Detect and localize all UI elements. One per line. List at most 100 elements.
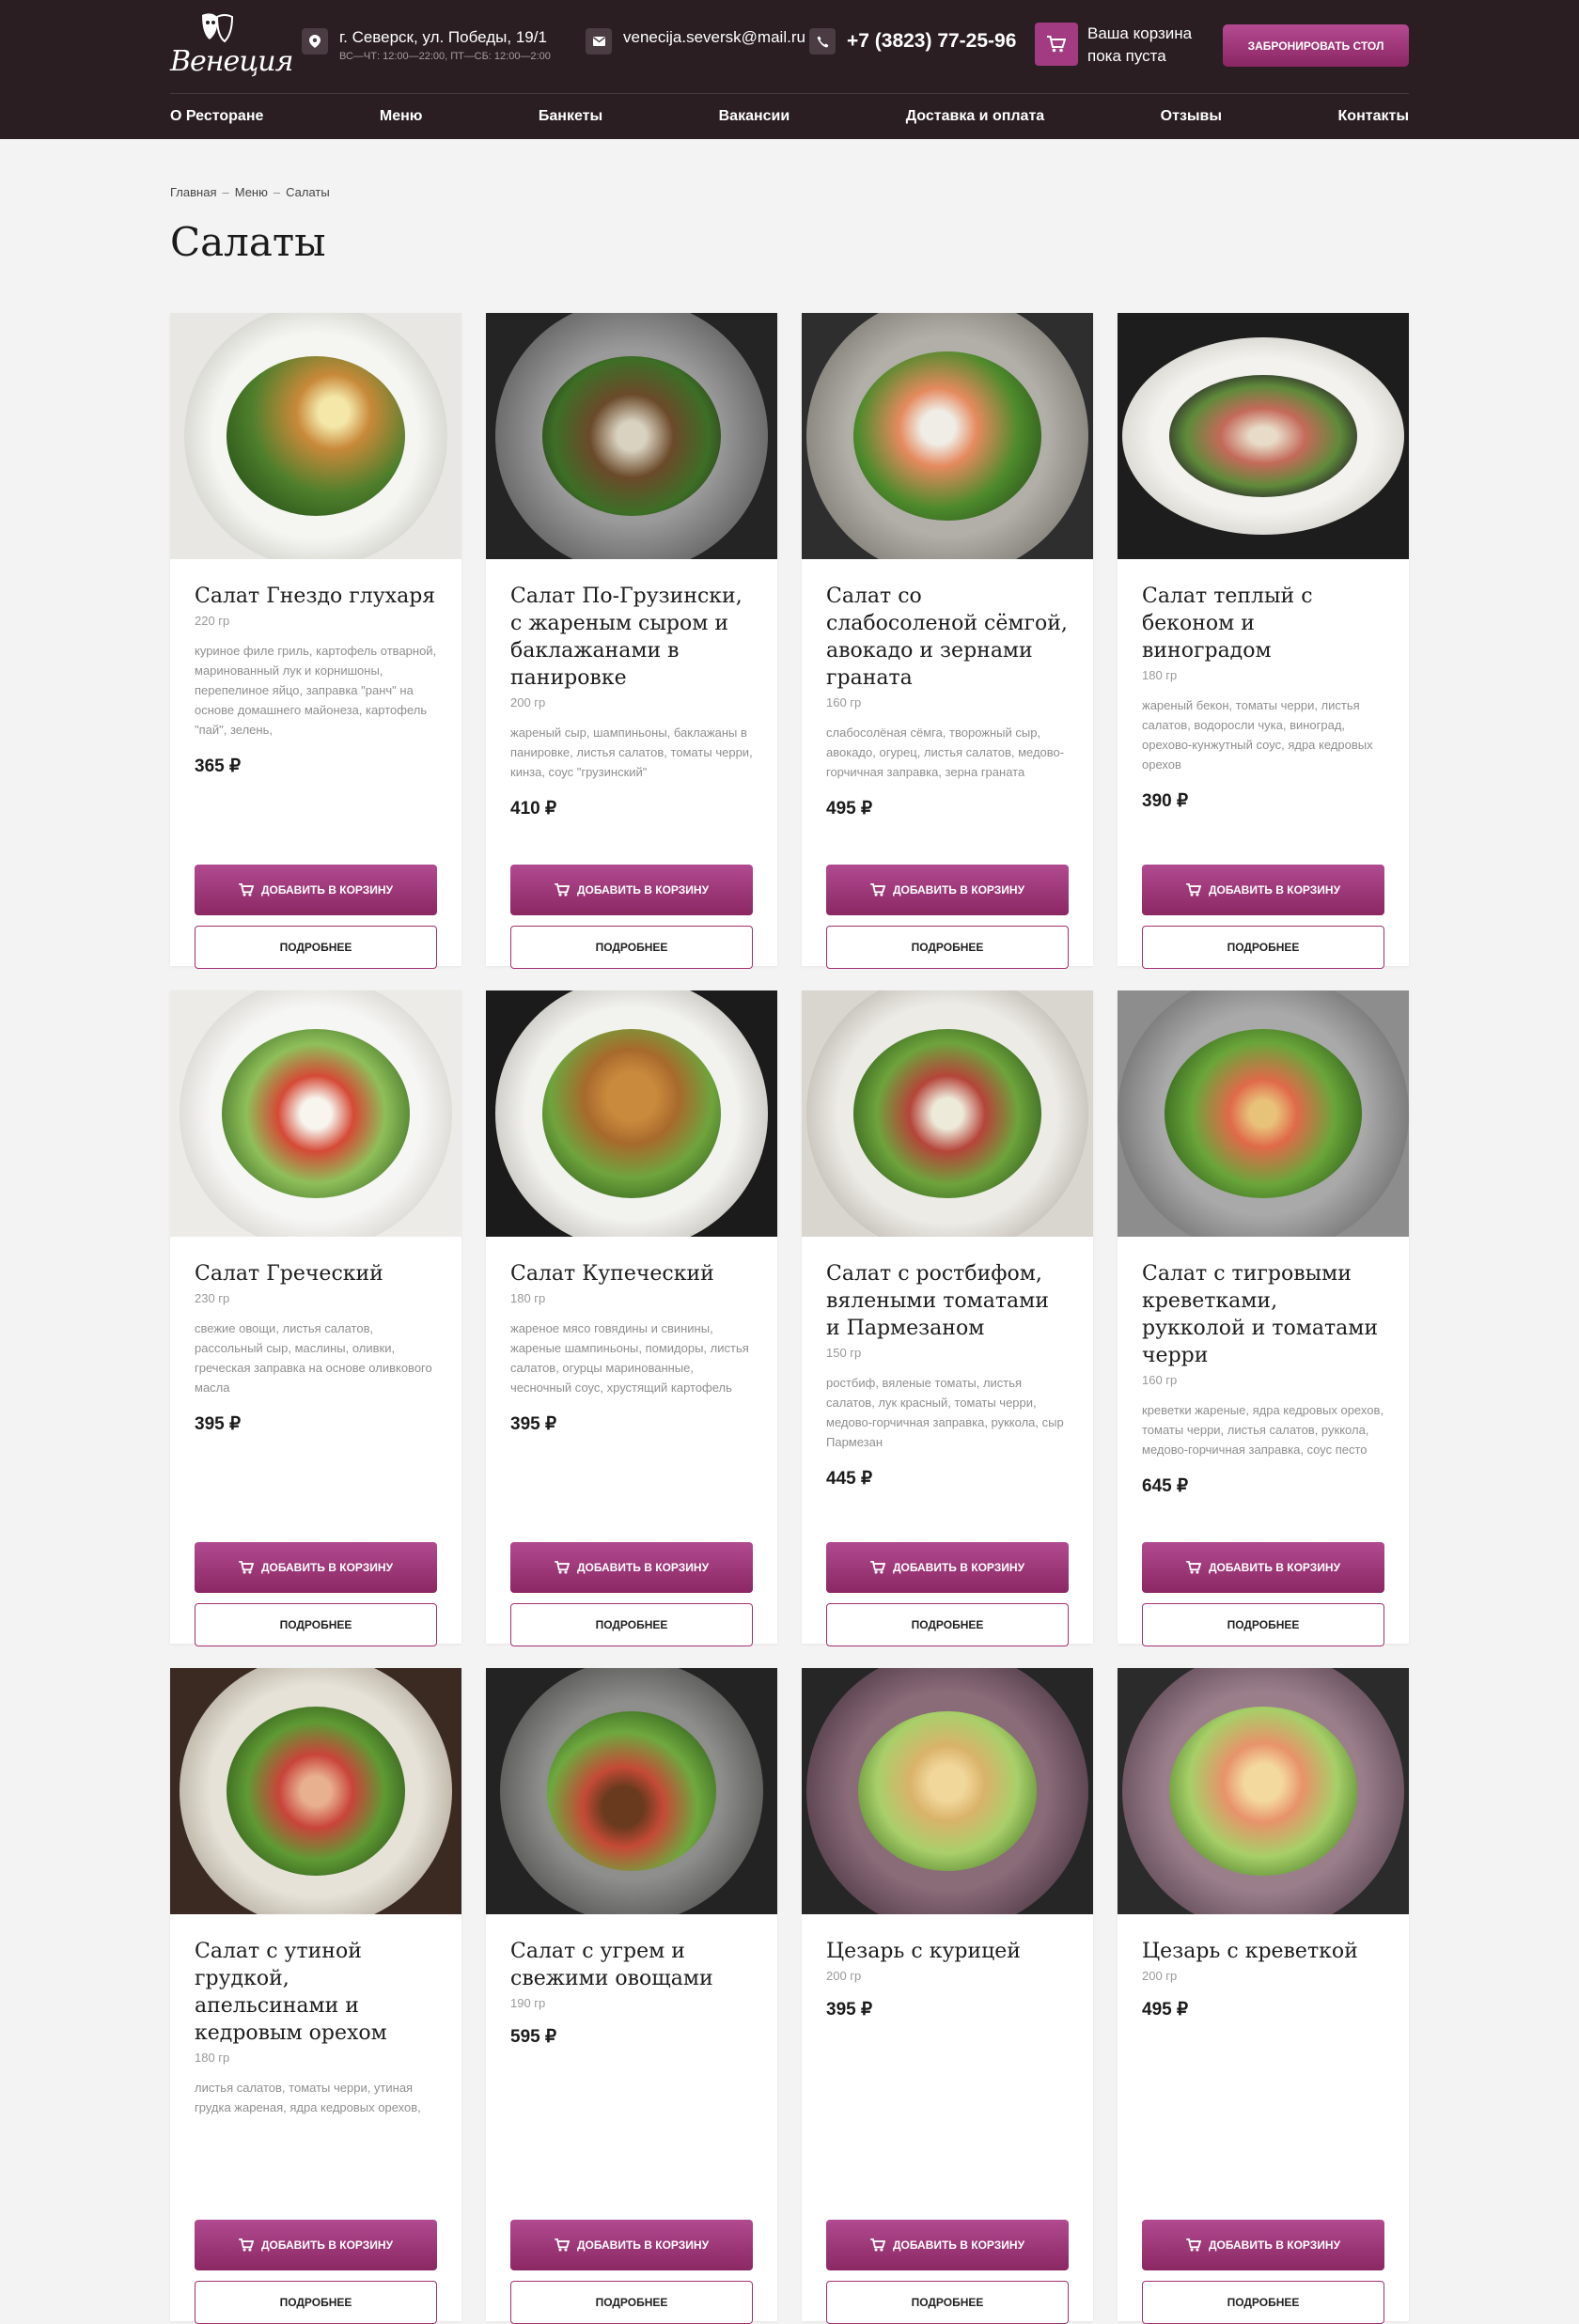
- nav-item-vacancies[interactable]: Вакансии: [719, 108, 790, 125]
- add-to-cart-button[interactable]: ДОБАВИТЬ В КОРЗИНУ: [510, 2220, 753, 2270]
- product-weight: 220 гр: [195, 614, 230, 628]
- add-to-cart-label: ДОБАВИТЬ В КОРЗИНУ: [260, 2238, 394, 2252]
- details-button[interactable]: ПОДРОБНЕЕ: [195, 2281, 437, 2324]
- breadcrumb: Главная – Меню – Салаты: [170, 185, 1409, 199]
- details-button[interactable]: ПОДРОБНЕЕ: [195, 1603, 437, 1646]
- product-description: куриное филе гриль, картофель отварной, …: [195, 644, 437, 737]
- product-image[interactable]: [170, 990, 461, 1237]
- product-grid: Салат Гнездо глухаря 220 гр куриное филе…: [170, 313, 1409, 2324]
- product-name[interactable]: Салат с угрем и свежими овощами: [510, 1938, 753, 1992]
- cart-status-line1: Ваша корзина: [1087, 24, 1193, 42]
- details-button[interactable]: ПОДРОБНЕЕ: [826, 1603, 1069, 1646]
- product-price: 445 ₽: [826, 1469, 873, 1489]
- product-card: Салат со слабосоленой сёмгой, авокадо и …: [802, 313, 1093, 969]
- product-name[interactable]: Салат Греческий: [195, 1260, 437, 1287]
- details-button[interactable]: ПОДРОБНЕЕ: [1142, 1603, 1384, 1646]
- product-description: свежие овощи, листья салатов, рассольный…: [195, 1321, 432, 1395]
- add-to-cart-label: ДОБАВИТЬ В КОРЗИНУ: [260, 1561, 394, 1574]
- product-card: Салат Греческий 230 гр свежие овощи, лис…: [170, 990, 461, 1646]
- product-card: Салат Купеческий 180 гр жареное мясо гов…: [486, 990, 777, 1646]
- product-weight: 180 гр: [1142, 668, 1178, 682]
- add-to-cart-button[interactable]: ДОБАВИТЬ В КОРЗИНУ: [826, 2220, 1069, 2270]
- add-to-cart-button[interactable]: ДОБАВИТЬ В КОРЗИНУ: [195, 865, 437, 915]
- cart-icon: [1186, 2238, 1201, 2252]
- product-image[interactable]: [802, 990, 1093, 1237]
- product-image[interactable]: [486, 313, 777, 559]
- details-button[interactable]: ПОДРОБНЕЕ: [195, 926, 437, 969]
- product-card: Салат с ростбифом, вялеными томатами и П…: [802, 990, 1093, 1646]
- details-button[interactable]: ПОДРОБНЕЕ: [510, 1603, 753, 1646]
- add-to-cart-label: ДОБАВИТЬ В КОРЗИНУ: [576, 2238, 710, 2252]
- product-name[interactable]: Цезарь с креветкой: [1142, 1938, 1384, 1965]
- email-link[interactable]: venecija.seversk@mail.ru: [623, 28, 805, 47]
- details-button[interactable]: ПОДРОБНЕЕ: [1142, 2281, 1384, 2324]
- nav-item-menu[interactable]: Меню: [380, 108, 423, 125]
- details-button[interactable]: ПОДРОБНЕЕ: [510, 2281, 753, 2324]
- product-description: креветки жареные, ядра кедровых орехов, …: [1142, 1403, 1384, 1457]
- nav-item-contacts[interactable]: Контакты: [1338, 108, 1409, 125]
- book-table-button[interactable]: ЗАБРОНИРОВАТЬ СТОЛ: [1223, 24, 1409, 67]
- details-button[interactable]: ПОДРОБНЕЕ: [1142, 926, 1384, 969]
- product-image[interactable]: [1118, 313, 1409, 559]
- opening-hours: ВС—ЧТ: 12:00—22:00, ПТ—СБ: 12:00—2:00: [339, 51, 551, 62]
- product-name[interactable]: Салат По-Грузински, с жареным сыром и ба…: [510, 583, 753, 692]
- details-button[interactable]: ПОДРОБНЕЕ: [510, 926, 753, 969]
- phone-number[interactable]: +7 (3823) 77-25-96: [847, 28, 1016, 55]
- cart-icon[interactable]: [1035, 23, 1078, 66]
- details-button[interactable]: ПОДРОБНЕЕ: [826, 2281, 1069, 2324]
- product-name[interactable]: Салат со слабосоленой сёмгой, авокадо и …: [826, 583, 1069, 692]
- product-name[interactable]: Салат с утиной грудкой, апельсинами и ке…: [195, 1938, 437, 2047]
- product-description: листья салатов, томаты черри, утиная гру…: [195, 2081, 421, 2114]
- add-to-cart-button[interactable]: ДОБАВИТЬ В КОРЗИНУ: [1142, 865, 1384, 915]
- add-to-cart-button[interactable]: ДОБАВИТЬ В КОРЗИНУ: [195, 1542, 437, 1593]
- details-button[interactable]: ПОДРОБНЕЕ: [826, 926, 1069, 969]
- product-name[interactable]: Салат с ростбифом, вялеными томатами и П…: [826, 1260, 1069, 1342]
- product-weight: 200 гр: [510, 695, 546, 710]
- product-name[interactable]: Цезарь с курицей: [826, 1938, 1069, 1965]
- site-header: Венеция г. Северск, ул. Победы, 19/1 ВС—…: [0, 0, 1579, 139]
- add-to-cart-button[interactable]: ДОБАВИТЬ В КОРЗИНУ: [195, 2220, 437, 2270]
- nav-item-reviews[interactable]: Отзывы: [1161, 108, 1222, 125]
- product-image[interactable]: [802, 313, 1093, 559]
- product-image[interactable]: [486, 1668, 777, 1914]
- cart-icon: [239, 2238, 254, 2252]
- cart-block[interactable]: Ваша корзина пока пуста: [1035, 23, 1192, 68]
- product-image[interactable]: [802, 1668, 1093, 1914]
- nav-item-delivery[interactable]: Доставка и оплата: [906, 108, 1045, 125]
- add-to-cart-button[interactable]: ДОБАВИТЬ В КОРЗИНУ: [510, 865, 753, 915]
- add-to-cart-button[interactable]: ДОБАВИТЬ В КОРЗИНУ: [826, 865, 1069, 915]
- add-to-cart-label: ДОБАВИТЬ В КОРЗИНУ: [892, 1561, 1025, 1574]
- logo[interactable]: Венеция: [170, 9, 293, 83]
- product-weight: 160 гр: [826, 695, 862, 710]
- product-image[interactable]: [170, 313, 461, 559]
- product-price: 410 ₽: [510, 799, 557, 819]
- breadcrumb-menu[interactable]: Меню: [235, 185, 268, 199]
- product-card: Салат По-Грузински, с жареным сыром и ба…: [486, 313, 777, 969]
- add-to-cart-button[interactable]: ДОБАВИТЬ В КОРЗИНУ: [1142, 1542, 1384, 1593]
- product-name[interactable]: Салат с тигровыми креветками, рукколой и…: [1142, 1260, 1384, 1369]
- breadcrumb-separator: –: [273, 185, 281, 199]
- product-weight: 190 гр: [510, 1996, 546, 2010]
- product-price: 365 ₽: [195, 756, 242, 776]
- add-to-cart-label: ДОБАВИТЬ В КОРЗИНУ: [576, 883, 710, 897]
- add-to-cart-button[interactable]: ДОБАВИТЬ В КОРЗИНУ: [510, 1542, 753, 1593]
- breadcrumb-home[interactable]: Главная: [170, 185, 216, 199]
- main-content: Главная – Меню – Салаты Салаты Салат Гнездо …: [170, 139, 1409, 2324]
- product-description: жареное мясо говядины и свинины, жареные…: [510, 1321, 749, 1395]
- product-image[interactable]: [486, 990, 777, 1237]
- product-image[interactable]: [1118, 990, 1409, 1237]
- add-to-cart-button[interactable]: ДОБАВИТЬ В КОРЗИНУ: [826, 1542, 1069, 1593]
- product-name[interactable]: Салат Купеческий: [510, 1260, 753, 1287]
- add-to-cart-button[interactable]: ДОБАВИТЬ В КОРЗИНУ: [1142, 2220, 1384, 2270]
- nav-item-banquets[interactable]: Банкеты: [539, 108, 602, 125]
- nav-item-about[interactable]: О Ресторане: [170, 108, 263, 125]
- product-name[interactable]: Салат теплый с беконом и виноградом: [1142, 583, 1384, 664]
- product-image[interactable]: [170, 1668, 461, 1914]
- product-weight: 200 гр: [826, 1969, 862, 1983]
- product-image[interactable]: [1118, 1668, 1409, 1914]
- phone-block[interactable]: +7 (3823) 77-25-96: [809, 28, 1016, 55]
- product-name[interactable]: Салат Гнездо глухаря: [195, 583, 437, 610]
- product-price: 395 ₽: [510, 1414, 557, 1434]
- email-block[interactable]: venecija.seversk@mail.ru: [586, 28, 805, 55]
- add-to-cart-label: ДОБАВИТЬ В КОРЗИНУ: [260, 883, 394, 897]
